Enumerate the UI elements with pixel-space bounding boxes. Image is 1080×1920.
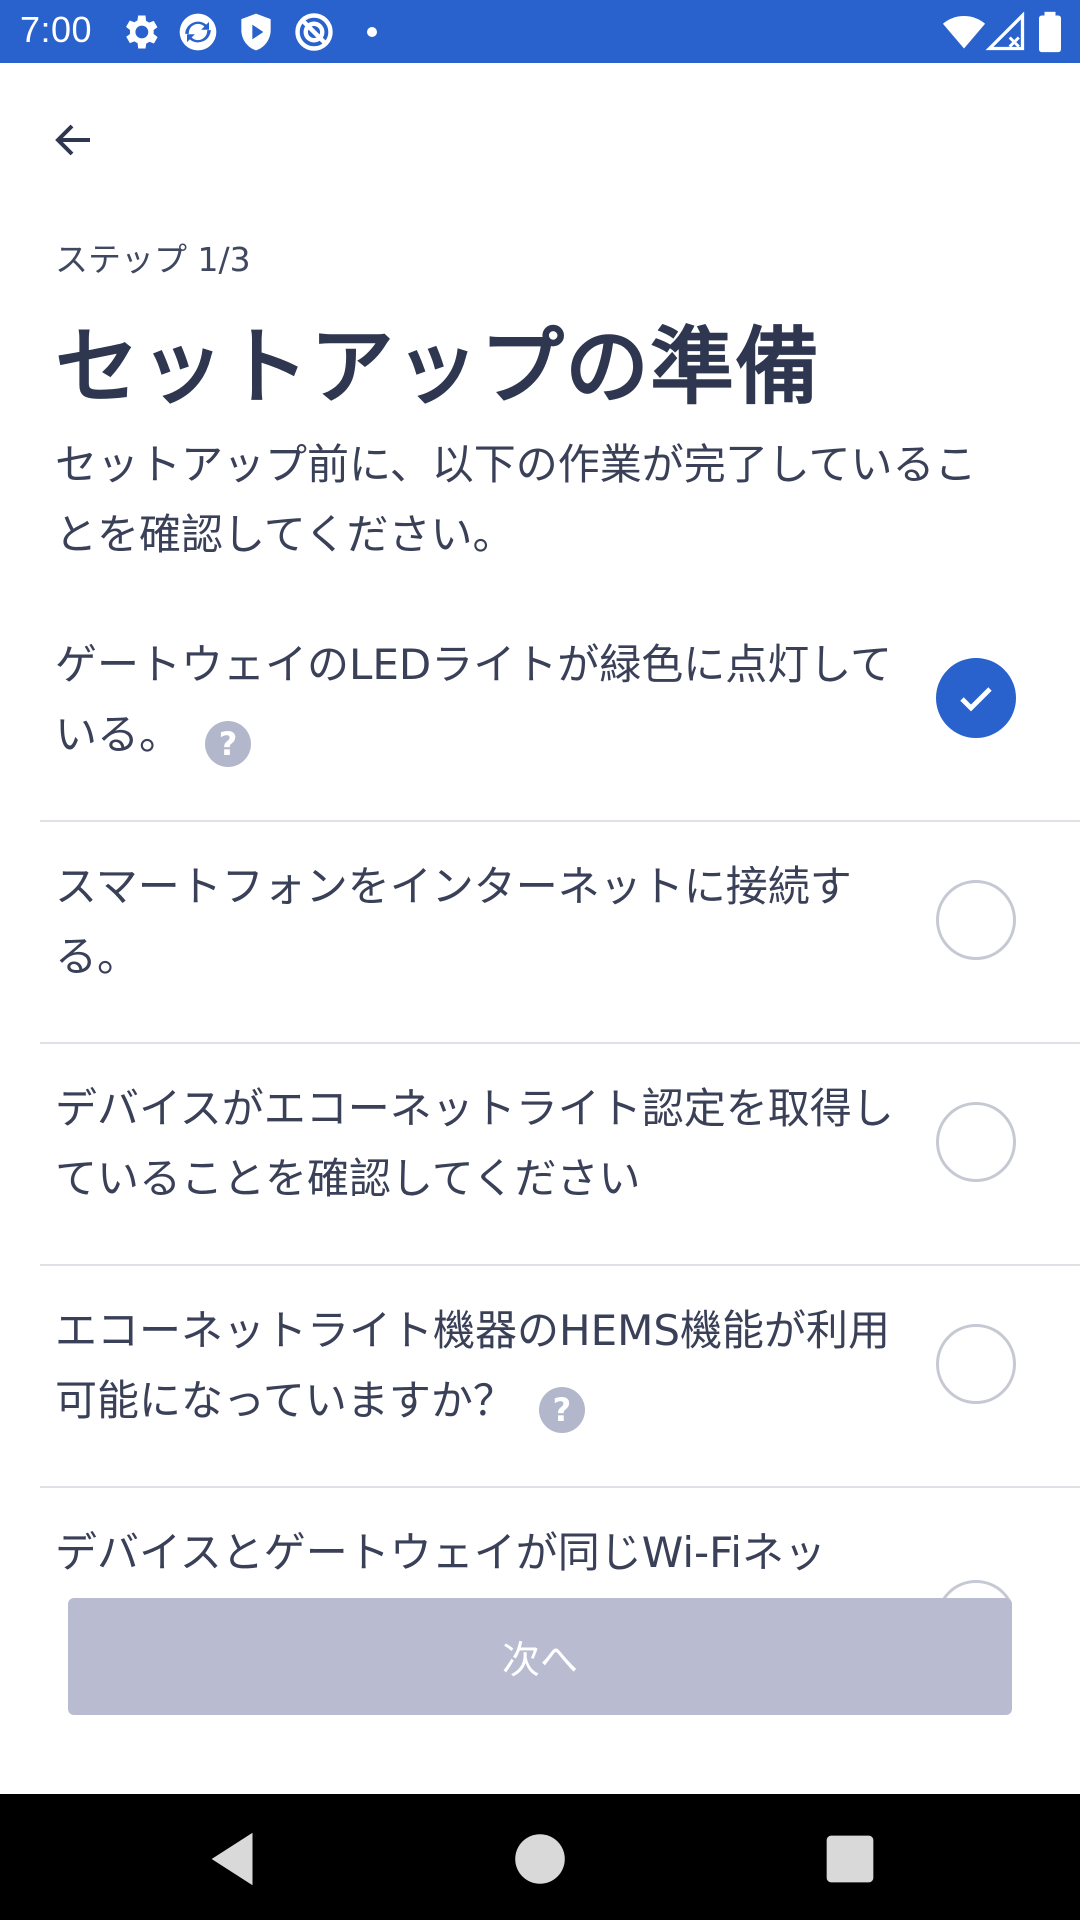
status-bar: 7:00 — [0, 0, 1080, 63]
checklist-item-text: ゲートウェイのLEDライトが緑色に点灯している。? — [55, 630, 925, 770]
help-icon[interactable]: ? — [205, 721, 252, 767]
checkbox-unchecked[interactable] — [936, 880, 1016, 960]
checklist-item-echonet-cert[interactable]: デバイスがエコーネットライト認定を取得していることを確認してください — [40, 1044, 1080, 1266]
checklist: ゲートウェイのLEDライトが緑色に点灯している。? スマートフォンをインターネッ… — [0, 600, 1080, 1600]
gear-icon — [118, 10, 162, 54]
signal-icon — [984, 10, 1028, 54]
step-indicator: ステップ 1/3 — [55, 240, 251, 279]
next-button[interactable]: 次へ — [68, 1598, 1012, 1715]
battery-icon — [1036, 10, 1064, 54]
checkbox-unchecked[interactable] — [936, 1324, 1016, 1404]
back-arrow-icon — [55, 124, 90, 156]
back-button[interactable] — [42, 108, 106, 172]
checklist-item-text: デバイスがエコーネットライト認定を取得していることを確認してください — [55, 1084, 894, 1203]
checklist-item-led[interactable]: ゲートウェイのLEDライトが緑色に点灯している。? — [40, 600, 1080, 822]
sync-icon — [176, 10, 220, 54]
checkbox-unchecked[interactable] — [936, 1580, 1016, 1600]
dot-icon — [352, 10, 392, 54]
wifi-icon — [940, 10, 988, 54]
checkmark-icon — [960, 687, 992, 712]
checkbox-checked[interactable] — [936, 658, 1016, 738]
system-nav-bar — [0, 1794, 1080, 1920]
checklist-item-text: スマートフォンをインターネットに接続する。 — [55, 862, 852, 981]
checklist-item-same-wifi[interactable]: デバイスとゲートウェイが同じWi-Fiネッ — [40, 1488, 1080, 1600]
help-icon[interactable]: ? — [538, 1387, 585, 1433]
checkbox-unchecked[interactable] — [936, 1102, 1016, 1182]
no-sim-icon — [292, 10, 336, 54]
checklist-item-hems[interactable]: エコーネットライト機器のHEMS機能が利用可能になっていますか？? — [40, 1266, 1080, 1488]
shield-play-icon — [234, 10, 278, 54]
page-subtitle: セットアップ前に、以下の作業が完了していることを確認してください。 — [55, 440, 977, 559]
page-title: セットアップの準備 — [55, 318, 821, 416]
nav-home-icon[interactable] — [505, 1824, 575, 1894]
checklist-item-internet[interactable]: スマートフォンをインターネットに接続する。 — [40, 822, 1080, 1044]
checklist-item-text: エコーネットライト機器のHEMS機能が利用可能になっていますか？? — [55, 1296, 925, 1436]
nav-back-icon[interactable] — [200, 1824, 270, 1894]
nav-recents-icon[interactable] — [815, 1824, 885, 1894]
checklist-item-text: デバイスとゲートウェイが同じWi-Fiネッ — [55, 1528, 826, 1577]
status-time: 7:00 — [20, 9, 93, 50]
